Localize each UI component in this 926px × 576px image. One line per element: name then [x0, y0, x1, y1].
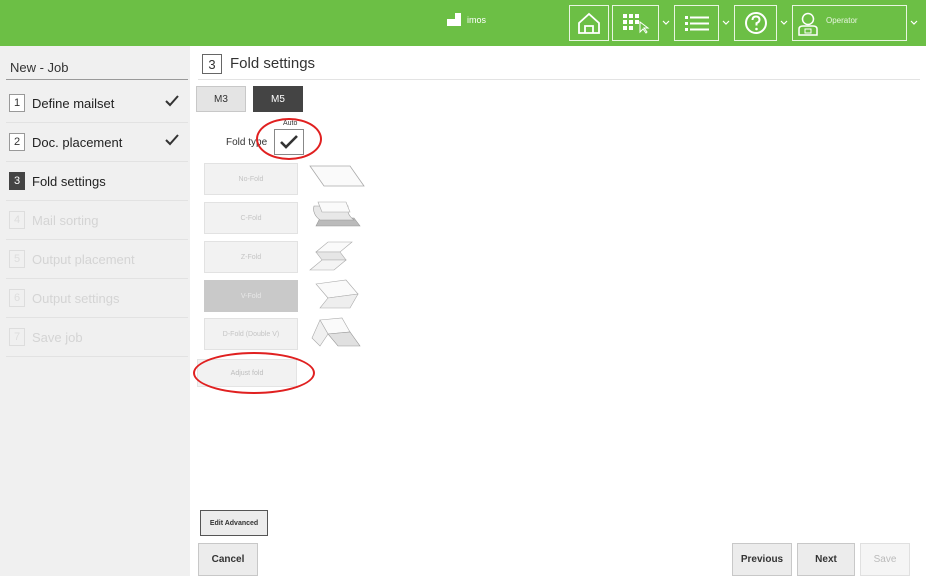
v-fold-button[interactable]: V-Fold: [204, 280, 298, 312]
step-label: Doc. placement: [32, 134, 123, 150]
overview-dropdown[interactable]: [658, 5, 673, 41]
page-step-number: 3: [202, 54, 222, 74]
step-number: 7: [9, 328, 25, 346]
step-number: 2: [9, 133, 25, 151]
chevron-down-icon: [910, 20, 918, 25]
previous-button[interactable]: Previous: [732, 543, 792, 576]
save-button: Save: [860, 543, 910, 576]
annotation-circle: [256, 118, 322, 160]
no-fold-icon: [309, 165, 365, 187]
z-fold-button[interactable]: Z-Fold: [204, 241, 298, 273]
page-title: Fold settings: [230, 55, 316, 72]
v-fold-icon: [315, 279, 359, 309]
no-fold-button[interactable]: No-Fold: [204, 163, 298, 195]
step-label: Output placement: [32, 251, 135, 267]
logo-mark-icon: [447, 12, 461, 28]
user-name: Operator: [826, 16, 858, 25]
annotation-circle: [193, 352, 315, 394]
step-number: 5: [9, 250, 25, 268]
help-icon: [744, 12, 767, 34]
step-number: 6: [9, 289, 25, 307]
step-label: Output settings: [32, 290, 120, 306]
tab-m3[interactable]: M3: [196, 86, 246, 112]
sidebar-title: New - Job: [10, 60, 69, 75]
top-bar: imos Operator: [0, 0, 926, 46]
edit-advanced-button[interactable]: Edit Advanced: [200, 510, 268, 536]
step-number: 1: [9, 94, 25, 112]
home-icon: [578, 12, 600, 34]
step-fold-settings[interactable]: 3 Fold settings: [6, 162, 188, 201]
step-label: Define mailset: [32, 95, 115, 111]
logo-text: imos: [467, 15, 487, 25]
list-icon: [684, 16, 709, 31]
step-number: 3: [9, 172, 25, 190]
home-button[interactable]: [569, 5, 609, 41]
next-button[interactable]: Next: [797, 543, 855, 576]
step-mail-sorting: 4 Mail sorting: [6, 201, 188, 240]
step-label: Save job: [32, 329, 83, 345]
menu-button[interactable]: [674, 5, 718, 41]
step-save-job: 7 Save job: [6, 318, 188, 357]
wizard-sidebar: New - Job 1 Define mailset 2 Doc. placem…: [0, 46, 190, 576]
user-dropdown[interactable]: [906, 5, 921, 41]
chevron-down-icon: [722, 20, 730, 25]
divider: [198, 79, 920, 80]
step-output-settings: 6 Output settings: [6, 279, 188, 318]
step-label: Mail sorting: [32, 212, 99, 228]
c-fold-button[interactable]: C-Fold: [204, 202, 298, 234]
step-label: Fold settings: [32, 173, 106, 189]
overview-button[interactable]: [612, 5, 658, 41]
chevron-down-icon: [780, 20, 788, 25]
help-dropdown[interactable]: [776, 5, 791, 41]
z-fold-icon: [309, 241, 353, 271]
d-fold-button[interactable]: D-Fold (Double V): [204, 318, 298, 350]
d-fold-icon: [311, 317, 361, 347]
checkmark-icon: [165, 95, 179, 107]
c-fold-icon: [313, 201, 361, 227]
checkmark-icon: [165, 134, 179, 146]
tab-m5[interactable]: M5: [253, 86, 303, 112]
step-output-placement: 5 Output placement: [6, 240, 188, 279]
operator-icon: [798, 12, 818, 36]
cancel-button[interactable]: Cancel: [198, 543, 258, 576]
app-logo: imos: [447, 12, 486, 28]
step-doc-placement[interactable]: 2 Doc. placement: [6, 123, 188, 162]
menu-dropdown[interactable]: [718, 5, 733, 41]
help-button[interactable]: [734, 5, 776, 41]
divider: [6, 79, 188, 80]
step-define-mailset[interactable]: 1 Define mailset: [6, 84, 188, 123]
step-number: 4: [9, 211, 25, 229]
chevron-down-icon: [662, 20, 670, 25]
grid-pointer-icon: [622, 14, 649, 34]
